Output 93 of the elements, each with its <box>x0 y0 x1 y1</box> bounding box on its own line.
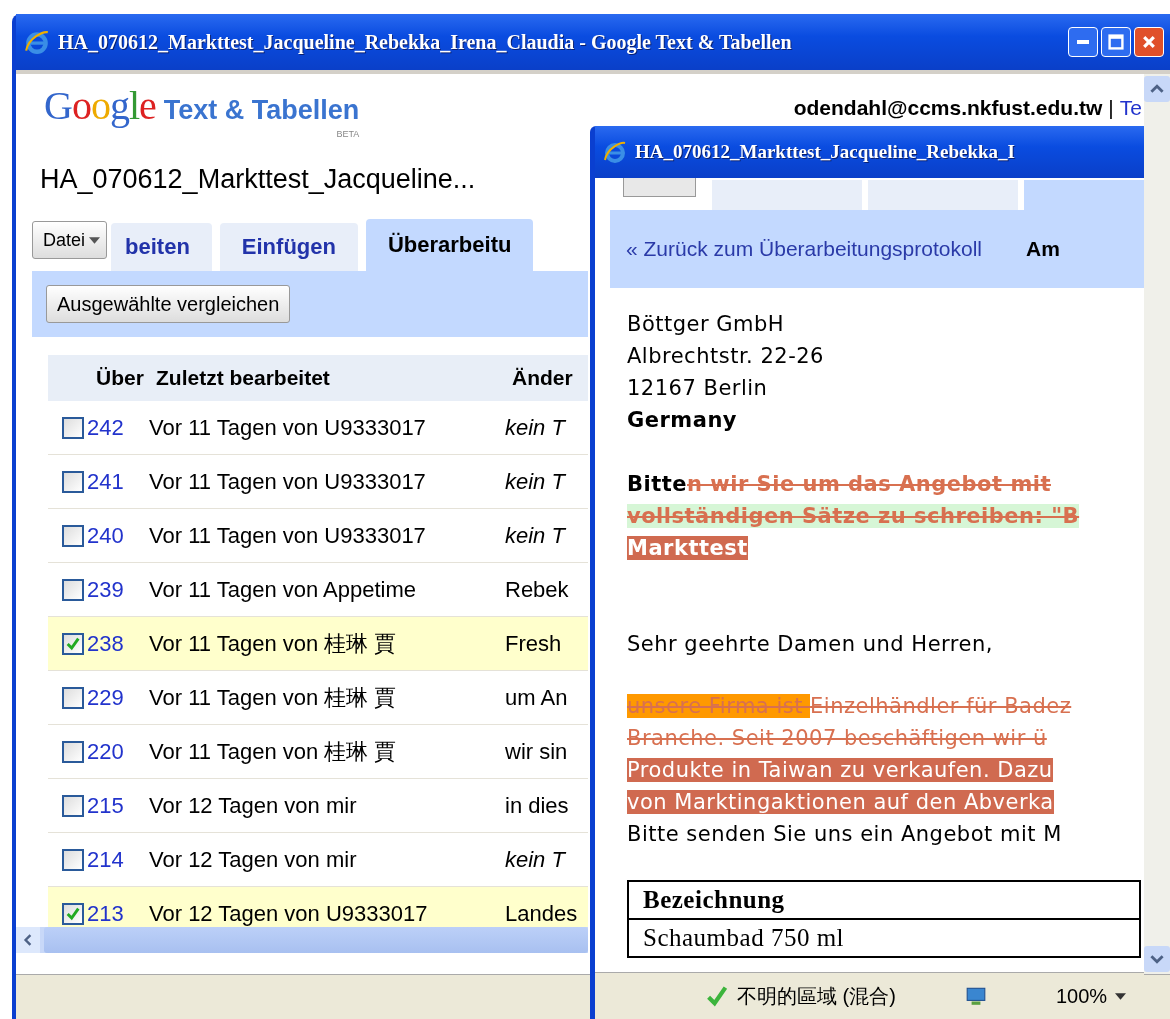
file-menu-button[interactable]: Datei <box>32 221 108 259</box>
table-cell: Rebek <box>505 576 569 603</box>
revision-link[interactable]: 214 <box>87 846 149 873</box>
tab[interactable]: Überarbeitu <box>365 219 534 271</box>
text-line: Branche. Seit 2007 beschäftigen wir ü <box>627 725 1048 752</box>
text-line: unsere Firma ist Einzelhändler für Badez <box>627 693 1073 720</box>
table-header-cell: Bezeichnung <box>629 882 1139 920</box>
text-line: Germany <box>627 407 739 434</box>
text-line: Böttger GmbH <box>627 311 786 338</box>
checkbox[interactable] <box>62 578 84 601</box>
tab[interactable]: Einfügen <box>219 223 358 271</box>
window-title: HA_070612_Markttest_Jacqueline_Rebekka_Irena_Claudia - Google Text & Tabellen <box>58 30 793 54</box>
table-cell: kein T <box>505 414 565 441</box>
revision-link[interactable]: 213 <box>87 900 149 927</box>
nav-label: Am <box>1026 237 1060 261</box>
column-header: Über <box>96 366 145 390</box>
browser-logo-icon <box>603 140 627 164</box>
zoom-level: 100% <box>1055 984 1108 1008</box>
checkbox[interactable] <box>62 470 84 493</box>
table-cell-text: Vor 11 Tagen von 桂琳 賈 <box>149 737 398 766</box>
scroll-down-icon[interactable] <box>1144 946 1170 972</box>
checkbox[interactable] <box>62 416 84 439</box>
revision-link[interactable]: 238 <box>87 630 149 657</box>
checkbox[interactable] <box>62 632 84 655</box>
revision-link[interactable]: 242 <box>87 414 149 441</box>
checkbox[interactable] <box>62 740 84 763</box>
revision-link[interactable]: 239 <box>87 576 149 603</box>
table-cell: kein T <box>505 846 565 873</box>
table-cell: Landes <box>505 900 578 927</box>
table-cell-text: Vor 12 Tagen von mir <box>149 792 358 819</box>
revision-row[interactable]: 215 Vor 12 Tagen von mir in dies <box>48 779 588 833</box>
window-title: HA_070612_Markttest_Jacqueline_Rebekka_I <box>635 141 1016 163</box>
text-line: Sehr geehrte Damen und Herren, <box>627 631 994 658</box>
text-line: Bitten wir Sie um das Angebot mit <box>627 471 1052 498</box>
table-cell-text: Vor 12 Tagen von U9333017 <box>149 900 429 927</box>
table-cell-text: Vor 11 Tagen von 桂琳 賈 <box>149 629 398 658</box>
checkbox[interactable] <box>62 848 84 871</box>
user-email: odendahl@ccms.nkfust.edu.tw <box>793 96 1103 120</box>
checkbox[interactable] <box>62 794 84 817</box>
revision-link[interactable]: 229 <box>87 684 149 711</box>
table-cell-text: Schaumbad 750 ml <box>642 923 846 953</box>
header-link[interactable]: Te <box>1119 96 1142 120</box>
checkmark-icon <box>705 984 729 1008</box>
text-line: 12167 Berlin <box>627 375 769 402</box>
tab[interactable]: beiten <box>111 223 212 271</box>
document-title: HA_070612_Markttest_Jacqueline... <box>40 164 477 195</box>
minimize-button[interactable] <box>1068 27 1098 57</box>
table-cell-text: Vor 11 Tagen von U9333017 <box>149 522 427 549</box>
table-cell: um An <box>505 684 568 711</box>
caret-icon <box>89 236 101 244</box>
revision-link[interactable]: 215 <box>87 792 149 819</box>
revision-row[interactable]: 220 Vor 11 Tagen von 桂琳 賈 wir sin <box>48 725 588 779</box>
table-cell-text: Vor 11 Tagen von U9333017 <box>149 414 427 441</box>
table-cell-text: Vor 11 Tagen von U9333017 <box>149 468 427 495</box>
app-logo: Google Text & Tabellen BETA <box>44 84 360 140</box>
back-link[interactable]: « Zurück zum Überarbeitungsprotokoll <box>626 237 982 261</box>
revision-link[interactable]: 241 <box>87 468 149 495</box>
column-header: Zuletzt bearbeitet <box>156 366 331 390</box>
close-button[interactable] <box>1134 27 1164 57</box>
table-cell-text: Vor 12 Tagen von mir <box>149 846 358 873</box>
compare-button[interactable]: Ausgewählte vergleichen <box>46 285 291 323</box>
vertical-scrollbar[interactable] <box>1144 74 1170 974</box>
revision-link[interactable]: 220 <box>87 738 149 765</box>
minimize-icon <box>1077 40 1089 44</box>
maximize-button[interactable] <box>1101 27 1131 57</box>
revision-row[interactable]: 213 Vor 12 Tagen von U9333017 Landes <box>48 887 588 927</box>
checkbox[interactable] <box>62 686 84 709</box>
maximize-icon <box>1108 34 1124 50</box>
table-cell: kein T <box>505 522 565 549</box>
separator-text: | <box>1108 96 1114 120</box>
revision-row[interactable]: 242 Vor 11 Tagen von U9333017 kein T <box>48 401 588 455</box>
table-cell-text: Vor 11 Tagen von 桂琳 賈 <box>149 683 398 712</box>
close-icon <box>1141 34 1157 50</box>
scroll-up-icon[interactable] <box>1144 76 1170 102</box>
revision-row[interactable]: 238 Vor 11 Tagen von 桂琳 賈 Fresh <box>48 617 588 671</box>
text-line: Bitte senden Sie uns ein Angebot mit M <box>627 821 1063 848</box>
revision-link[interactable]: 240 <box>87 522 149 549</box>
revision-row[interactable]: 241 Vor 11 Tagen von U9333017 kein T <box>48 455 588 509</box>
checkbox[interactable] <box>62 902 84 925</box>
table-cell-text: Vor 11 Tagen von Appetime <box>149 576 418 603</box>
text-line: Albrechtstr. 22-26 <box>627 343 825 370</box>
table-cell: kein T <box>505 468 565 495</box>
revision-row[interactable]: 240 Vor 11 Tagen von U9333017 kein T <box>48 509 588 563</box>
caret-icon[interactable] <box>1115 992 1127 1000</box>
checkbox[interactable] <box>62 524 84 547</box>
column-header: Änder <box>512 366 573 390</box>
table-cell: wir sin <box>505 738 568 765</box>
scroll-left-icon[interactable] <box>16 927 40 953</box>
revision-row[interactable]: 229 Vor 11 Tagen von 桂琳 賈 um An <box>48 671 588 725</box>
table-cell: Fresh <box>505 630 562 657</box>
browser-logo-icon <box>24 29 50 55</box>
security-zone-text: 不明的區域 (混合) <box>737 983 896 1009</box>
table-cell: in dies <box>505 792 569 819</box>
